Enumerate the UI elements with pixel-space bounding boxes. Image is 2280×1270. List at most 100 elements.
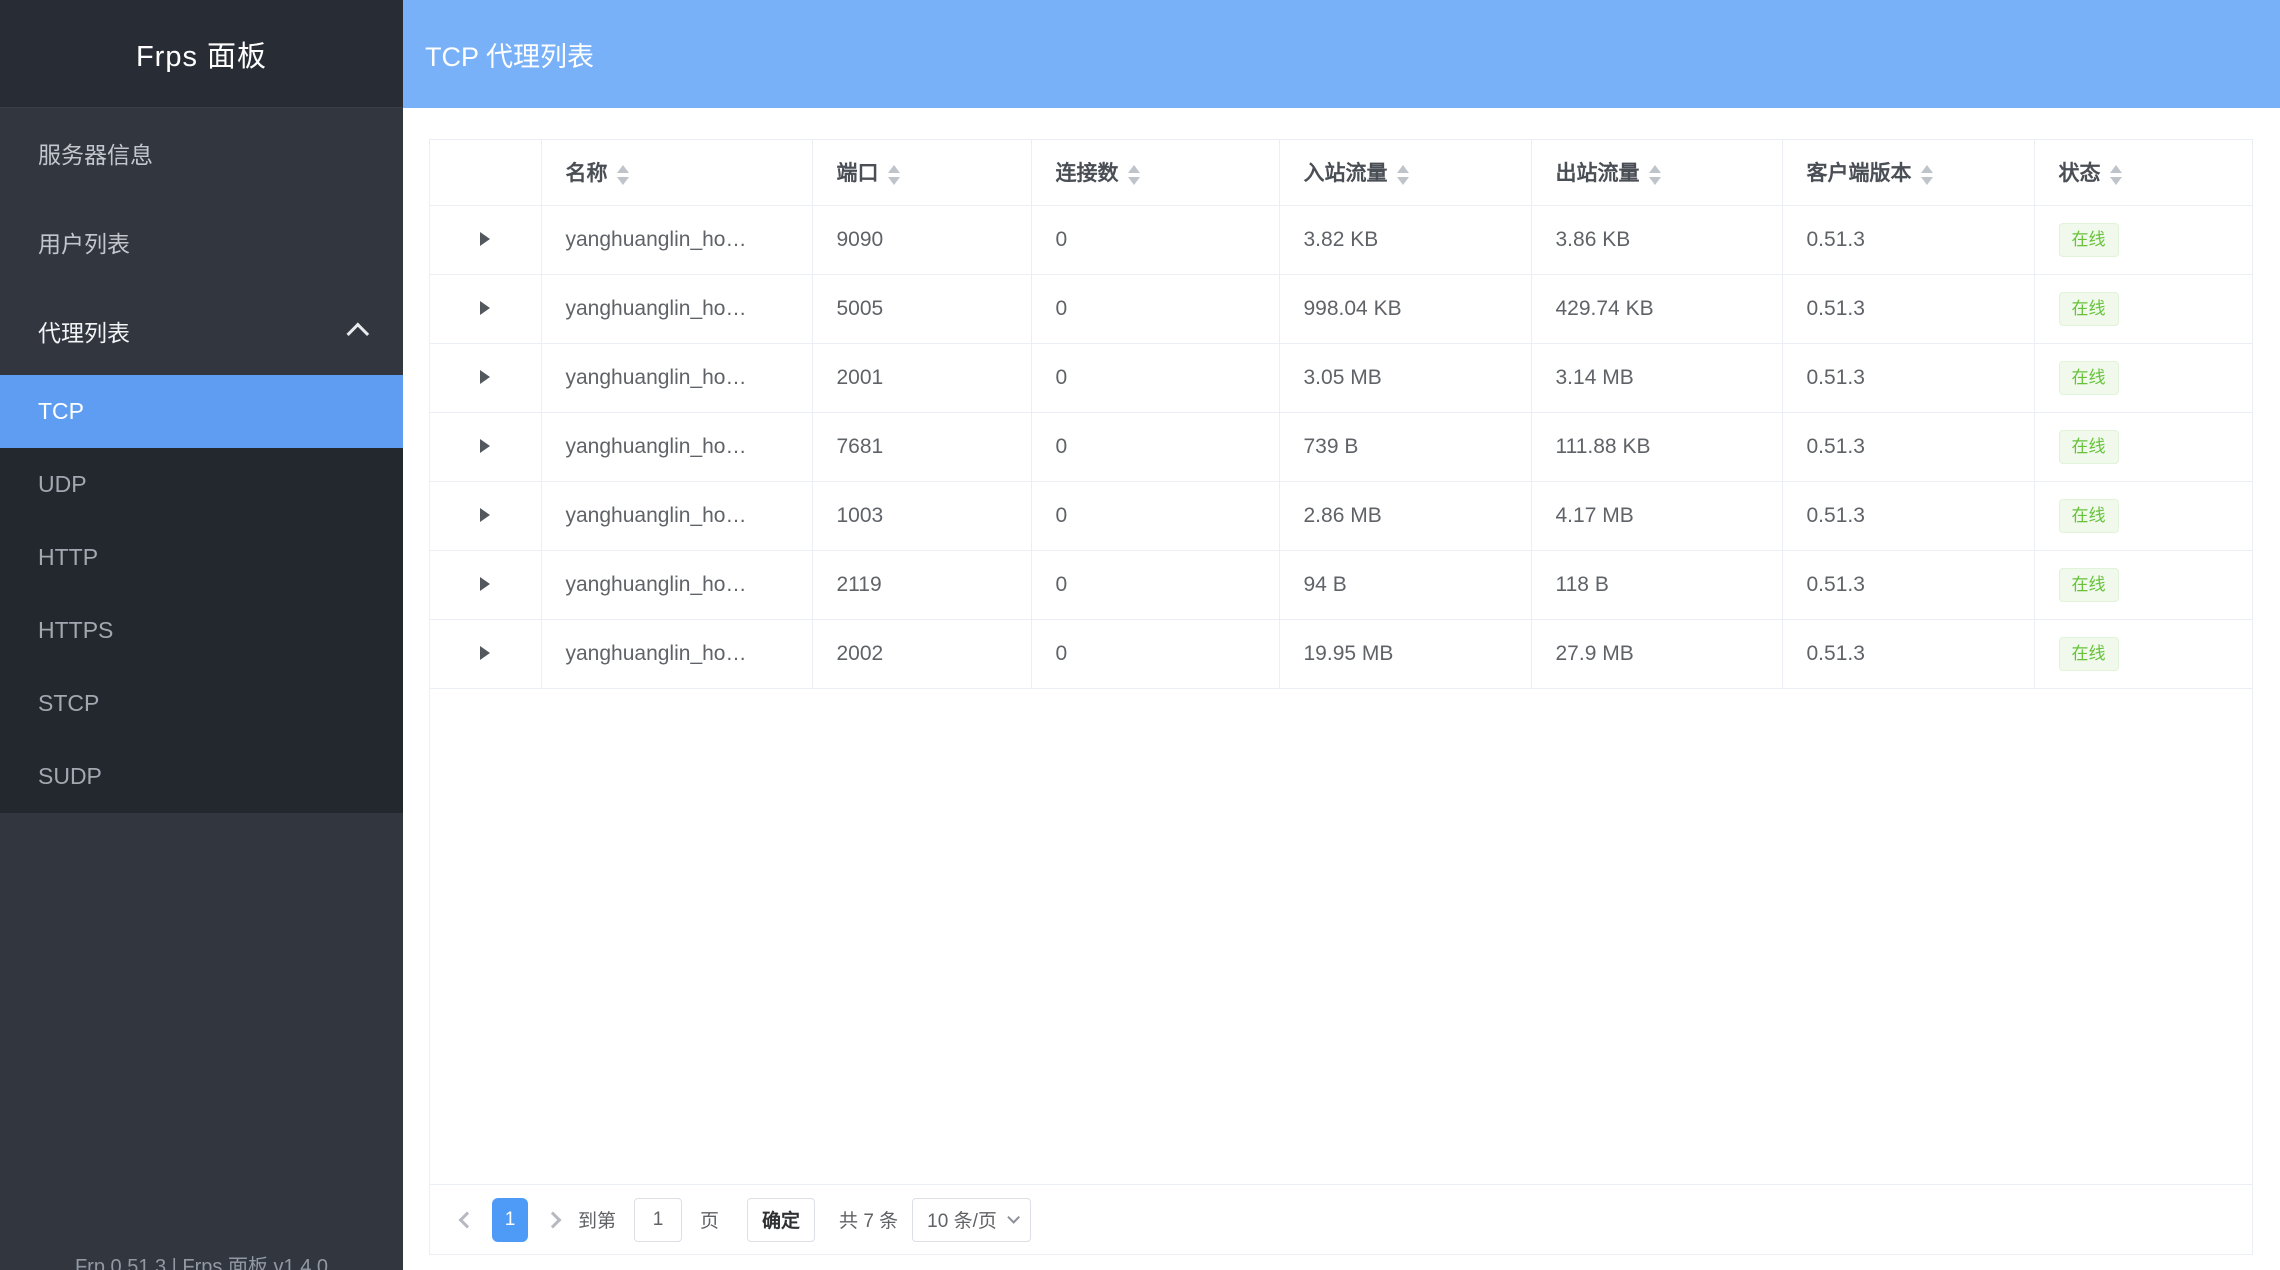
confirm-button[interactable]: 确定 xyxy=(747,1198,815,1242)
expand-row-icon[interactable] xyxy=(480,301,490,315)
sidebar-item-label: UDP xyxy=(38,471,87,498)
traffic-in-cell: 998.04 KB xyxy=(1279,274,1531,343)
proxy-submenu: TCP UDP HTTP HTTPS STCP SUDP xyxy=(0,375,403,813)
port-cell: 2001 xyxy=(812,343,1031,412)
expand-row-icon[interactable] xyxy=(480,439,490,453)
sidebar-item-label: HTTPS xyxy=(38,617,113,644)
column-header-traffic-out[interactable]: 出站流量 xyxy=(1531,140,1782,205)
port-cell: 1003 xyxy=(812,481,1031,550)
status-badge: 在线 xyxy=(2059,361,2119,395)
connections-cell: 0 xyxy=(1031,550,1279,619)
client-version-cell: 0.51.3 xyxy=(1782,274,2034,343)
traffic-out-cell: 27.9 MB xyxy=(1531,619,1782,688)
sidebar-item-label: 代理列表 xyxy=(38,314,130,348)
traffic-out-cell: 429.74 KB xyxy=(1531,274,1782,343)
port-cell: 5005 xyxy=(812,274,1031,343)
traffic-in-cell: 94 B xyxy=(1279,550,1531,619)
table-header-row: 名称 端口 连接数 入站流量 出站流量 客户端版本 状态 xyxy=(430,140,2252,205)
table-row: yanghuanglin_ho… 5005 0 998.04 KB 429.74… xyxy=(430,274,2252,343)
proxy-name-cell: yanghuanglin_ho… xyxy=(541,205,812,274)
traffic-out-cell: 4.17 MB xyxy=(1531,481,1782,550)
port-cell: 2002 xyxy=(812,619,1031,688)
pagination-bar: 1 到第 页 确定 共 7 条 10 条/页 xyxy=(430,1184,2252,1254)
next-page-button[interactable] xyxy=(540,1198,566,1242)
expand-row-icon[interactable] xyxy=(480,577,490,591)
page-number-button[interactable]: 1 xyxy=(492,1198,528,1242)
sidebar-item-https[interactable]: HTTPS xyxy=(0,594,403,667)
sidebar-item-label: 用户列表 xyxy=(38,225,130,259)
sidebar-item-label: HTTP xyxy=(38,544,98,571)
chevron-right-icon xyxy=(545,1211,562,1228)
port-cell: 2119 xyxy=(812,550,1031,619)
page-title: TCP 代理列表 xyxy=(425,35,594,74)
traffic-out-cell: 3.14 MB xyxy=(1531,343,1782,412)
sidebar-item-server-info[interactable]: 服务器信息 xyxy=(0,108,403,197)
sidebar: Frps 面板 服务器信息 用户列表 代理列表 TCP UDP HTTP HTT… xyxy=(0,0,403,1270)
status-badge: 在线 xyxy=(2059,292,2119,326)
expand-row-icon[interactable] xyxy=(480,646,490,660)
client-version-cell: 0.51.3 xyxy=(1782,343,2034,412)
table-row: yanghuanglin_ho… 7681 0 739 B 111.88 KB … xyxy=(430,412,2252,481)
column-header-connections[interactable]: 连接数 xyxy=(1031,140,1279,205)
expand-row-icon[interactable] xyxy=(480,232,490,246)
proxy-name-cell: yanghuanglin_ho… xyxy=(541,343,812,412)
connections-cell: 0 xyxy=(1031,343,1279,412)
table-row: yanghuanglin_ho… 1003 0 2.86 MB 4.17 MB … xyxy=(430,481,2252,550)
connections-cell: 0 xyxy=(1031,412,1279,481)
chevron-left-icon xyxy=(459,1211,476,1228)
traffic-in-cell: 3.05 MB xyxy=(1279,343,1531,412)
sort-caret-icon xyxy=(2110,165,2122,185)
proxy-table: 名称 端口 连接数 入站流量 出站流量 客户端版本 状态 yanghuangli… xyxy=(430,140,2252,689)
status-badge: 在线 xyxy=(2059,223,2119,257)
connections-cell: 0 xyxy=(1031,481,1279,550)
client-version-cell: 0.51.3 xyxy=(1782,619,2034,688)
proxy-name-cell: yanghuanglin_ho… xyxy=(541,412,812,481)
proxy-name-cell: yanghuanglin_ho… xyxy=(541,481,812,550)
status-badge: 在线 xyxy=(2059,568,2119,602)
proxy-name-cell: yanghuanglin_ho… xyxy=(541,550,812,619)
column-header-traffic-in[interactable]: 入站流量 xyxy=(1279,140,1531,205)
column-header-status[interactable]: 状态 xyxy=(2034,140,2252,205)
page-size-select[interactable]: 10 条/页 xyxy=(912,1198,1031,1242)
status-badge: 在线 xyxy=(2059,430,2119,464)
sidebar-item-label: STCP xyxy=(38,690,99,717)
connections-cell: 0 xyxy=(1031,205,1279,274)
port-cell: 9090 xyxy=(812,205,1031,274)
sidebar-item-user-list[interactable]: 用户列表 xyxy=(0,197,403,286)
chevron-down-icon xyxy=(1007,1211,1020,1224)
goto-prefix-label: 到第 xyxy=(578,1206,616,1233)
goto-page-input[interactable] xyxy=(634,1198,682,1242)
sidebar-item-http[interactable]: HTTP xyxy=(0,521,403,594)
port-cell: 7681 xyxy=(812,412,1031,481)
client-version-cell: 0.51.3 xyxy=(1782,412,2034,481)
connections-cell: 0 xyxy=(1031,619,1279,688)
expand-row-icon[interactable] xyxy=(480,508,490,522)
expand-row-icon[interactable] xyxy=(480,370,490,384)
traffic-out-cell: 118 B xyxy=(1531,550,1782,619)
traffic-in-cell: 19.95 MB xyxy=(1279,619,1531,688)
client-version-cell: 0.51.3 xyxy=(1782,205,2034,274)
sort-caret-icon xyxy=(1128,165,1140,185)
sidebar-item-sudp[interactable]: SUDP xyxy=(0,740,403,813)
prev-page-button[interactable] xyxy=(454,1198,480,1242)
sidebar-item-tcp[interactable]: TCP xyxy=(0,375,403,448)
sort-caret-icon xyxy=(888,165,900,185)
expand-column-header xyxy=(430,140,541,205)
proxy-name-cell: yanghuanglin_ho… xyxy=(541,274,812,343)
proxy-name-cell: yanghuanglin_ho… xyxy=(541,619,812,688)
column-header-client-version[interactable]: 客户端版本 xyxy=(1782,140,2034,205)
column-header-port[interactable]: 端口 xyxy=(812,140,1031,205)
traffic-out-cell: 111.88 KB xyxy=(1531,412,1782,481)
sidebar-item-stcp[interactable]: STCP xyxy=(0,667,403,740)
sidebar-item-label: 服务器信息 xyxy=(38,136,153,170)
sidebar-item-udp[interactable]: UDP xyxy=(0,448,403,521)
table-row: yanghuanglin_ho… 9090 0 3.82 KB 3.86 KB … xyxy=(430,205,2252,274)
column-header-name[interactable]: 名称 xyxy=(541,140,812,205)
status-badge: 在线 xyxy=(2059,637,2119,671)
sidebar-item-proxy-list[interactable]: 代理列表 xyxy=(0,286,403,375)
sort-caret-icon xyxy=(1649,165,1661,185)
table-row: yanghuanglin_ho… 2001 0 3.05 MB 3.14 MB … xyxy=(430,343,2252,412)
table-row: yanghuanglin_ho… 2002 0 19.95 MB 27.9 MB… xyxy=(430,619,2252,688)
sort-caret-icon xyxy=(1921,165,1933,185)
traffic-in-cell: 2.86 MB xyxy=(1279,481,1531,550)
